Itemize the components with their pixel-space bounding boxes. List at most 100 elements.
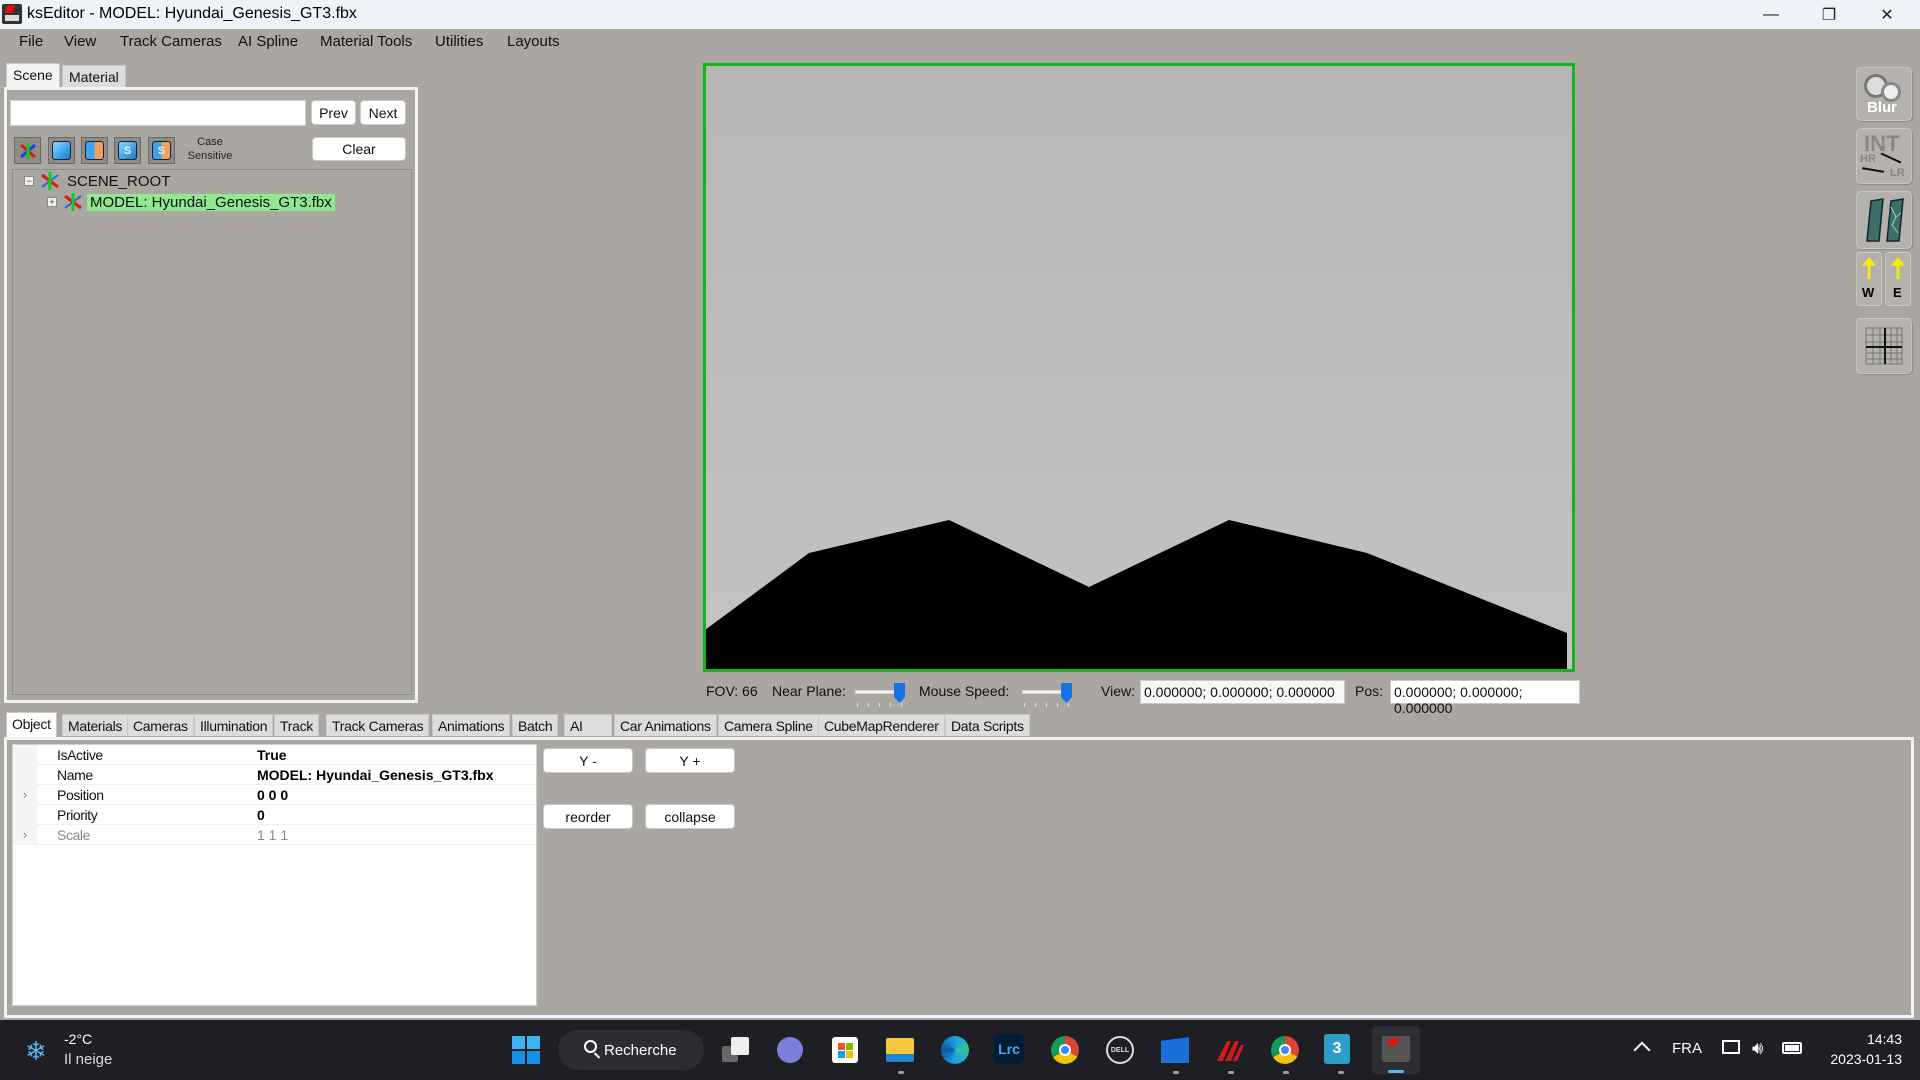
shader-cube-filter-button[interactable]: S: [114, 137, 141, 164]
tab-camera-spline[interactable]: Camera Spline: [718, 714, 819, 736]
tab-scene[interactable]: Scene: [6, 63, 60, 87]
case-sensitive-toggle[interactable]: Case Sensitive: [184, 135, 236, 163]
expand-icon[interactable]: +: [47, 197, 57, 207]
weather-desc[interactable]: Il neige: [64, 1051, 112, 1068]
minimize-button[interactable]: —: [1742, 0, 1800, 29]
glass-damage-button[interactable]: [1856, 191, 1912, 249]
tree-node-scene-root[interactable]: − SCENE_ROOT: [24, 171, 173, 191]
y-plus-button[interactable]: Y +: [645, 748, 735, 773]
reorder-button[interactable]: reorder: [543, 804, 633, 829]
3d-viewport[interactable]: [703, 63, 1575, 672]
tab-track[interactable]: Track: [274, 714, 319, 736]
tab-cubemap-renderer[interactable]: CubeMapRenderer: [818, 714, 945, 736]
tab-ai[interactable]: AI: [564, 714, 612, 736]
near-plane-slider[interactable]: [855, 683, 909, 707]
start-button[interactable]: [510, 1034, 542, 1066]
property-value[interactable]: 0 0 0: [257, 787, 288, 803]
property-row-scale[interactable]: › Scale 1 1 1: [13, 824, 536, 845]
menu-ai-spline[interactable]: AI Spline: [238, 33, 298, 50]
slider-thumb[interactable]: [894, 683, 905, 703]
property-value[interactable]: 1 1 1: [257, 827, 288, 843]
tab-material[interactable]: Material: [62, 65, 126, 87]
tab-animations[interactable]: Animations: [432, 714, 511, 736]
expand-chevron-icon[interactable]: ›: [13, 784, 37, 805]
assetto-corsa-button[interactable]: [1214, 1034, 1246, 1066]
file-explorer-button[interactable]: [884, 1034, 916, 1066]
glass-damage-icon: [1866, 198, 1904, 242]
next-button[interactable]: Next: [360, 100, 406, 125]
pos-coords-field[interactable]: 0.000000; 0.000000; 0.000000: [1390, 680, 1580, 716]
y-minus-button[interactable]: Y -: [543, 748, 633, 773]
tab-batch[interactable]: Batch: [512, 714, 559, 736]
slider-thumb[interactable]: [1061, 683, 1072, 703]
property-row-position[interactable]: › Position 0 0 0: [13, 784, 536, 805]
dell-button[interactable]: DELL: [1104, 1034, 1136, 1066]
blur-button[interactable]: Blur: [1856, 67, 1912, 121]
chrome-button[interactable]: [1049, 1034, 1081, 1066]
axis-filter-button[interactable]: [14, 137, 41, 164]
battery-icon[interactable]: [1782, 1042, 1802, 1054]
tab-cameras[interactable]: Cameras: [127, 714, 194, 736]
menu-material-tools[interactable]: Material Tools: [320, 33, 412, 50]
property-grid[interactable]: IsActive True Name MODEL: Hyundai_Genesi…: [12, 744, 537, 1006]
property-row-isactive[interactable]: IsActive True: [13, 744, 536, 765]
int-hr-lr-icon: INT HR LR: [1860, 131, 1905, 179]
volume-icon[interactable]: 🔊︎: [1752, 1038, 1763, 1059]
tab-data-scripts[interactable]: Data Scripts: [945, 714, 1030, 736]
clock-time[interactable]: 14:43: [1822, 1031, 1902, 1047]
video-editor-button[interactable]: [1159, 1034, 1191, 1066]
clock-date[interactable]: 2023-01-13: [1812, 1051, 1902, 1067]
title-bar: ksEditor - MODEL: Hyundai_Genesis_GT3.fb…: [0, 0, 1920, 29]
property-name: Name: [57, 766, 93, 783]
language-indicator[interactable]: FRA: [1672, 1040, 1702, 1057]
collapse-button[interactable]: collapse: [645, 804, 735, 829]
close-button[interactable]: ✕: [1858, 0, 1916, 29]
menu-track-cameras[interactable]: Track Cameras: [120, 33, 222, 50]
pos-label: Pos:: [1355, 683, 1384, 699]
edge-button[interactable]: [939, 1034, 971, 1066]
wind-west-button[interactable]: W: [1856, 252, 1882, 306]
teams-chat-button[interactable]: [774, 1034, 806, 1066]
snow-weather-icon[interactable]: ❄: [25, 1036, 47, 1067]
interior-lod-button[interactable]: INT HR LR: [1856, 128, 1912, 184]
cube-filter-button[interactable]: [48, 137, 75, 164]
property-value[interactable]: 0: [257, 807, 265, 823]
viewport-render: [706, 520, 1567, 669]
3ds-max-icon: 3: [1332, 1040, 1342, 1057]
property-value[interactable]: True: [257, 747, 287, 763]
view-coords-field[interactable]: 0.000000; 0.000000; 0.000000: [1140, 680, 1345, 704]
scene-search-input[interactable]: [10, 100, 306, 126]
taskbar-search[interactable]: Recherche: [558, 1030, 704, 1070]
property-value[interactable]: MODEL: Hyundai_Genesis_GT3.fbx: [257, 767, 494, 783]
3ds-max-button[interactable]: 3: [1324, 1034, 1350, 1064]
microsoft-store-button[interactable]: [829, 1034, 861, 1066]
property-row-name[interactable]: Name MODEL: Hyundai_Genesis_GT3.fbx: [13, 764, 536, 785]
property-row-priority[interactable]: Priority 0: [13, 804, 536, 825]
menu-file[interactable]: File: [19, 33, 43, 50]
wind-east-button[interactable]: E: [1885, 252, 1911, 306]
tree-node-model[interactable]: + MODEL: Hyundai_Genesis_GT3.fbx: [47, 192, 335, 212]
task-view-button[interactable]: [720, 1034, 752, 1066]
menu-utilities[interactable]: Utilities: [435, 33, 483, 50]
maximize-button[interactable]: ❐: [1800, 0, 1858, 29]
shader-cube-half-filter-button[interactable]: S: [148, 137, 175, 164]
prev-button[interactable]: Prev: [311, 100, 356, 125]
lightroom-button[interactable]: Lrc: [994, 1034, 1024, 1064]
tab-object[interactable]: Object: [6, 712, 57, 737]
expand-chevron-icon[interactable]: ›: [13, 824, 37, 845]
chrome-profile-button[interactable]: [1269, 1034, 1301, 1066]
menu-view[interactable]: View: [64, 33, 96, 50]
tab-illumination[interactable]: Illumination: [194, 714, 274, 736]
network-icon[interactable]: [1722, 1040, 1740, 1054]
cube-half-filter-button[interactable]: [81, 137, 108, 164]
collapse-icon[interactable]: −: [24, 176, 34, 186]
ks-editor-taskbar-button[interactable]: [1372, 1026, 1420, 1074]
tab-materials[interactable]: Materials: [62, 714, 129, 736]
mouse-speed-slider[interactable]: [1022, 683, 1076, 707]
clear-button[interactable]: Clear: [312, 137, 406, 161]
menu-layouts[interactable]: Layouts: [507, 33, 560, 50]
weather-temp[interactable]: -2°C: [64, 1031, 92, 1047]
tab-car-animations[interactable]: Car Animations: [614, 714, 717, 736]
grid-button[interactable]: [1856, 318, 1912, 374]
tab-track-cameras[interactable]: Track Cameras: [326, 714, 430, 736]
